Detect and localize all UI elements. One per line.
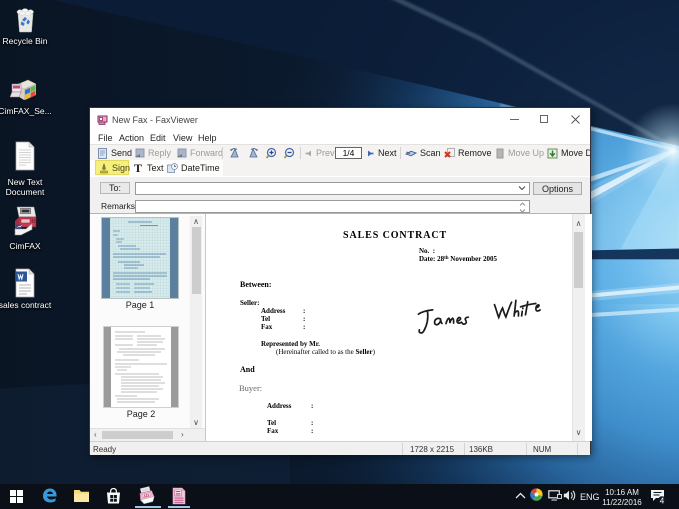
svg-text:4: 4: [660, 496, 665, 505]
